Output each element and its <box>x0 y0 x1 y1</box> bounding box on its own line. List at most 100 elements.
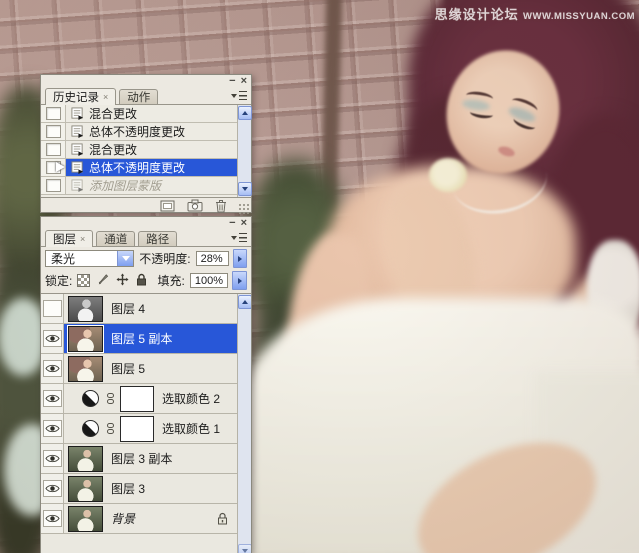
history-state-icon <box>71 125 84 138</box>
new-document-from-state-icon[interactable] <box>160 200 175 215</box>
layer-name[interactable]: 选取颜色 2 <box>162 390 220 407</box>
layer-row[interactable]: 图层 3 <box>41 474 237 504</box>
layer-name[interactable]: 图层 3 <box>111 480 145 497</box>
fill-label: 填充: <box>157 274 185 288</box>
layer-row[interactable]: 图层 3 副本 <box>41 444 237 474</box>
layer-thumbnail[interactable] <box>68 295 103 322</box>
minimize-icon[interactable]: − <box>229 218 235 229</box>
history-row-undone[interactable]: 添加图层蒙版 <box>41 177 237 195</box>
lock-fill-row: 锁定: 填充: 100% <box>41 270 251 293</box>
visibility-toggle[interactable] <box>41 444 64 473</box>
delete-trash-icon[interactable] <box>215 199 227 216</box>
layer-thumbnail[interactable] <box>68 475 103 502</box>
layer-mask-thumbnail[interactable] <box>120 415 154 442</box>
layer-mask-thumbnail[interactable] <box>120 385 154 412</box>
layer-thumbnail[interactable] <box>68 445 103 472</box>
visibility-box <box>42 360 62 377</box>
scroll-up-icon[interactable] <box>237 295 251 309</box>
lock-all-padlock-icon[interactable] <box>136 273 147 289</box>
visibility-toggle[interactable] <box>41 354 64 383</box>
adjustment-layer-icon[interactable] <box>82 390 99 407</box>
checkbox-icon <box>45 107 61 120</box>
lock-buttons <box>77 273 147 289</box>
history-source-checkbox[interactable] <box>41 141 66 158</box>
lock-transparency-icon[interactable] <box>77 274 91 287</box>
history-row[interactable]: 混合更改 <box>41 105 237 123</box>
layer-name[interactable]: 图层 5 <box>111 360 145 377</box>
layer-row[interactable]: 选取颜色 1 <box>41 414 237 444</box>
watermark-site-name: 思缘设计论坛 <box>434 7 519 22</box>
tab-history[interactable]: 历史记录 × <box>45 88 117 105</box>
layers-tab-bar: 图层 × 通道 路径 <box>41 229 251 247</box>
history-source-checkbox[interactable] <box>41 177 66 194</box>
history-row[interactable]: 混合更改 <box>41 141 237 159</box>
opacity-stepper-icon[interactable] <box>232 249 247 268</box>
adjustment-layer-icon[interactable] <box>82 420 99 437</box>
layer-name[interactable]: 图层 3 副本 <box>111 450 172 467</box>
panel-menu-icon[interactable] <box>231 233 247 242</box>
history-slider-pointer-icon[interactable] <box>56 162 65 172</box>
history-state-icon <box>71 143 84 156</box>
visibility-toggle[interactable] <box>41 384 64 413</box>
visibility-toggle[interactable] <box>41 504 64 533</box>
tab-channels-label: 通道 <box>104 234 128 246</box>
layer-thumbnail[interactable] <box>68 325 103 352</box>
visibility-box <box>42 480 62 497</box>
tab-close-icon[interactable]: × <box>103 92 108 102</box>
layer-name[interactable]: 图层 5 副本 <box>111 330 172 347</box>
layer-row-background[interactable]: 背景 <box>41 504 237 534</box>
layer-row[interactable]: 图层 5 <box>41 354 237 384</box>
layer-name[interactable]: 选取颜色 1 <box>162 420 220 437</box>
visibility-toggle[interactable] <box>41 474 64 503</box>
scroll-down-icon[interactable] <box>237 544 251 553</box>
layer-row[interactable]: 图层 4 <box>41 294 237 324</box>
history-titlebar: − × <box>41 75 251 87</box>
tab-paths[interactable]: 路径 <box>138 231 178 246</box>
scroll-down-icon[interactable] <box>237 182 252 196</box>
visibility-toggle[interactable] <box>41 414 64 443</box>
layer-thumbnail[interactable] <box>68 505 103 532</box>
lock-position-move-icon[interactable] <box>116 273 129 289</box>
layer-row[interactable]: 选取颜色 2 <box>41 384 237 414</box>
visibility-toggle[interactable] <box>41 294 64 323</box>
dropdown-arrow-icon[interactable] <box>117 251 134 266</box>
history-scrollbar[interactable] <box>237 105 252 197</box>
layer-thumbnail[interactable] <box>68 355 103 382</box>
checkbox-icon <box>45 125 61 138</box>
history-list: 混合更改 总体不透明度更改 混合更改 总体不透明度更改 添加图层蒙版 <box>41 105 252 198</box>
new-snapshot-camera-icon[interactable] <box>187 199 203 215</box>
history-panel: − × 历史记录 × 动作 混合更改 总体不透明度更改 混合更改 总体不透明度更… <box>40 74 252 216</box>
history-source-checkbox[interactable] <box>41 123 66 140</box>
history-source-checkbox[interactable] <box>41 105 66 122</box>
lock-label: 锁定: <box>45 274 73 288</box>
opacity-field[interactable]: 28% <box>195 251 229 266</box>
tab-layers[interactable]: 图层 × <box>45 230 94 247</box>
visibility-toggle[interactable] <box>41 324 64 353</box>
panel-menu-icon[interactable] <box>231 91 247 100</box>
history-row[interactable]: 总体不透明度更改 <box>41 123 237 141</box>
minimize-icon[interactable]: − <box>229 76 235 87</box>
history-row-selected[interactable]: 总体不透明度更改 <box>41 159 237 177</box>
layers-scrollbar[interactable] <box>237 294 251 553</box>
history-footer <box>41 198 251 216</box>
layer-row-selected[interactable]: 图层 5 副本 <box>41 324 237 354</box>
layer-name[interactable]: 背景 <box>111 510 135 527</box>
close-icon[interactable]: × <box>241 76 247 87</box>
watermark-site-url: WWW.MISSYUAN.COM <box>523 11 635 22</box>
close-icon[interactable]: × <box>241 218 247 229</box>
scroll-up-icon[interactable] <box>237 106 252 120</box>
tab-channels[interactable]: 通道 <box>96 231 136 246</box>
fill-stepper-icon[interactable] <box>232 271 247 290</box>
fill-field[interactable]: 100% <box>189 273 228 288</box>
blend-mode-select[interactable]: 柔光 <box>45 250 135 267</box>
resize-grip-icon[interactable] <box>238 203 249 214</box>
lock-paint-brush-icon[interactable] <box>97 273 109 288</box>
layer-name[interactable]: 图层 4 <box>111 300 145 317</box>
layers-titlebar: − × <box>41 217 251 229</box>
tab-close-icon[interactable]: × <box>80 234 85 244</box>
tab-paths-label: 路径 <box>146 234 170 246</box>
layers-list: 图层 4 图层 5 副本 图层 5 选取颜色 2 选取颜色 1 图层 3 副本 … <box>41 293 251 553</box>
visibility-box <box>42 420 62 437</box>
eye-icon <box>44 394 60 403</box>
tab-actions[interactable]: 动作 <box>119 89 159 104</box>
